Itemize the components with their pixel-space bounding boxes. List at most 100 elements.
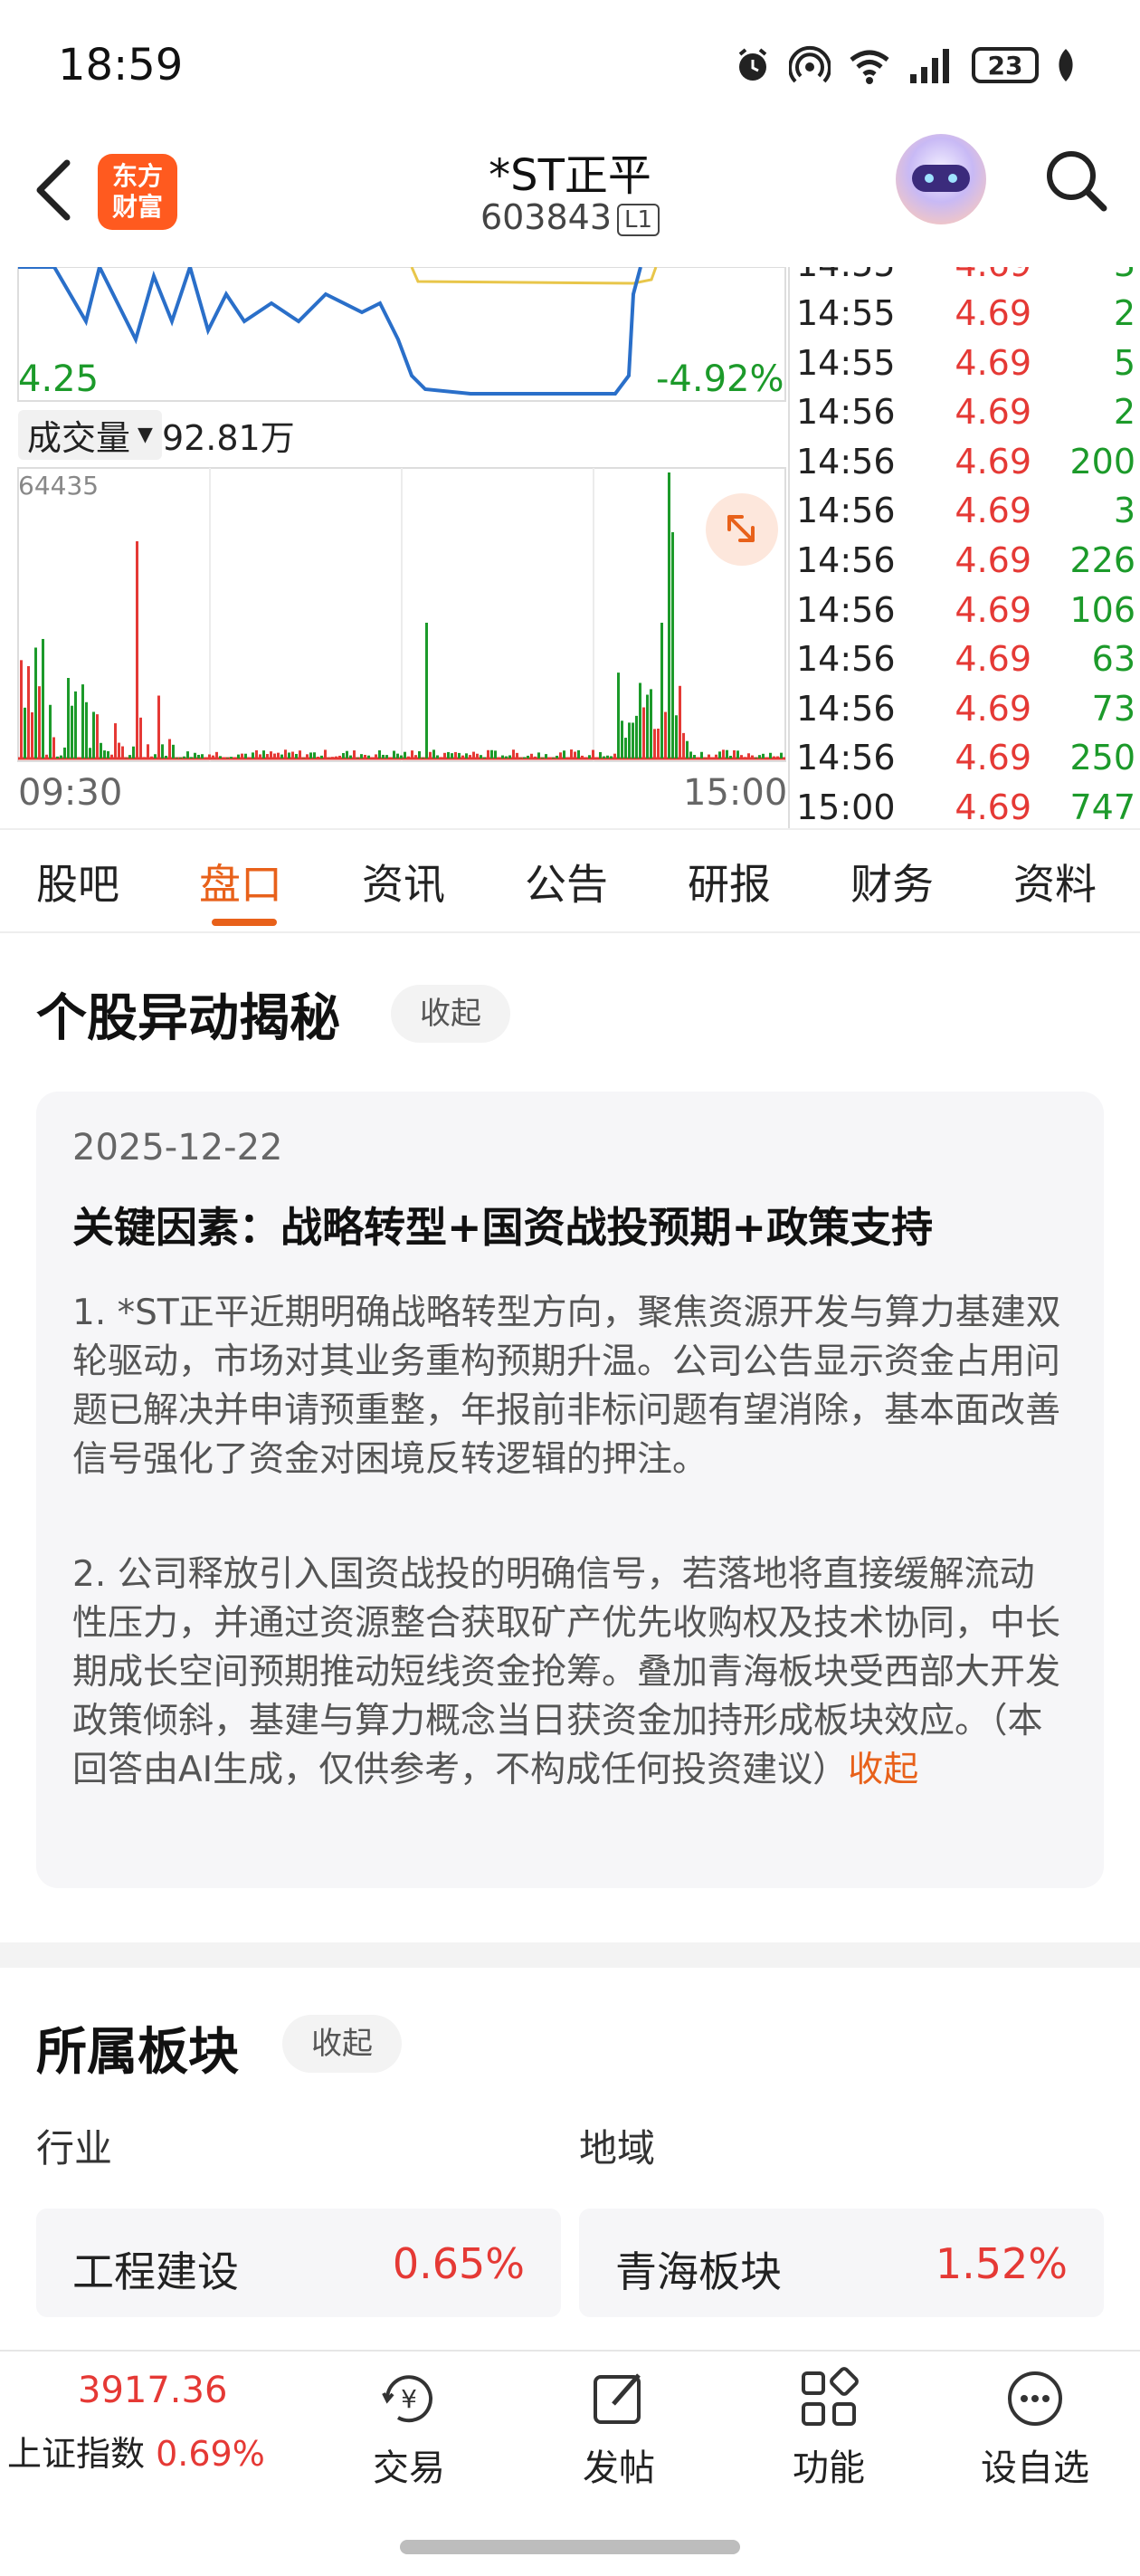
volume-bar (360, 754, 363, 758)
volume-bar (668, 472, 670, 758)
volume-bar (168, 739, 171, 758)
volume-bar (346, 751, 348, 758)
volume-bar (56, 757, 59, 758)
volume-bar (252, 752, 254, 758)
expand-icon[interactable] (706, 493, 778, 566)
tick-price: 4.69 (914, 733, 1031, 782)
active-tab-indicator (212, 919, 277, 926)
tab-guba[interactable]: 股吧 (36, 852, 119, 911)
nav-functions[interactable]: 功能 (756, 2366, 901, 2491)
tick-volume: 2 (1114, 289, 1135, 338)
volume-bar (255, 750, 258, 758)
tick-time: 14:55 (796, 289, 896, 338)
grid-apps-icon (796, 2366, 861, 2431)
tick-time: 14:56 (796, 387, 896, 436)
battery-level: 23 (988, 51, 1023, 81)
index-value[interactable]: 3917.36 (78, 2370, 227, 2411)
volume-bar (650, 689, 652, 758)
tab-announcements[interactable]: 公告 (525, 852, 608, 911)
volume-bar (472, 752, 475, 758)
volume-bar (715, 755, 717, 758)
ai-assistant-avatar[interactable] (896, 134, 986, 224)
status-icons: 23 (733, 45, 1077, 85)
volume-max-label: 64435 (18, 471, 99, 501)
nav-watchlist[interactable]: 设自选 (963, 2366, 1107, 2491)
volume-bar (143, 757, 146, 758)
volume-bar (653, 729, 656, 758)
volume-bar (632, 722, 634, 758)
volume-bar (320, 756, 323, 758)
trade-yen-icon: ¥ (376, 2366, 442, 2431)
volume-bar (34, 647, 37, 758)
volume-bar (309, 752, 312, 758)
volume-bar (103, 750, 106, 758)
tab-finance[interactable]: 财务 (850, 852, 934, 911)
tick-volume: 226 (1069, 536, 1135, 585)
tab-pankou[interactable]: 盘口 (199, 852, 282, 911)
volume-bar (313, 752, 316, 758)
tick-time: 14:56 (796, 586, 896, 634)
volume-bar (718, 751, 721, 758)
industry-sector-name: 工程建设 (72, 2239, 239, 2299)
region-sector-card[interactable]: 青海板块 1.52% (579, 2209, 1104, 2317)
tick-price: 4.69 (914, 684, 1031, 733)
volume-bar (776, 757, 779, 758)
volume-bar (280, 755, 283, 758)
nav-watchlist-label: 设自选 (963, 2438, 1107, 2491)
volume-bar (689, 751, 692, 758)
volume-bar (635, 716, 638, 758)
intraday-chart[interactable] (0, 267, 792, 828)
index-name: 上证指数 (7, 2434, 145, 2474)
volume-bar (769, 753, 772, 758)
tick-row: 14:564.693 (796, 486, 1135, 535)
volume-bar (425, 623, 428, 758)
tick-volume: 73 (1092, 684, 1135, 733)
volume-bar (617, 673, 620, 758)
time-axis-end: 15:00 (683, 772, 787, 814)
time-axis-start: 09:30 (18, 772, 122, 814)
volume-bar (219, 756, 222, 758)
search-icon[interactable] (1040, 145, 1113, 217)
nav-trade[interactable]: ¥ 交易 (337, 2366, 481, 2491)
volume-bar (183, 757, 185, 758)
tick-list[interactable]: 14:554.693 14:554.69214:554.69514:564.69… (796, 267, 1140, 828)
volume-bar (679, 686, 681, 758)
volume-bar (396, 754, 399, 758)
volume-bar (610, 756, 613, 758)
index-ticker[interactable]: 上证指数 0.69% (7, 2426, 265, 2476)
volume-indicator-select[interactable]: 成交量 ▼ (18, 410, 162, 460)
section-divider (0, 1942, 1140, 1968)
volume-bar (349, 756, 352, 758)
volume-bar (751, 756, 754, 758)
volume-bar (81, 684, 84, 758)
tick-price: 4.69 (914, 486, 1031, 535)
anomaly-inline-collapse-link[interactable]: 收起 (848, 1750, 918, 1790)
volume-bar (31, 712, 33, 758)
home-indicator[interactable] (400, 2540, 740, 2554)
volume-bar (74, 692, 77, 758)
volume-bar (299, 750, 301, 758)
volume-bar (89, 748, 91, 758)
tab-profile[interactable]: 资料 (1013, 852, 1097, 911)
volume-bar (324, 749, 327, 758)
industry-sector-change: 0.65% (393, 2239, 525, 2288)
volume-bar (52, 737, 55, 758)
volume-bar (291, 751, 294, 758)
tab-news[interactable]: 资讯 (362, 852, 445, 911)
anomaly-collapse-button[interactable]: 收起 (391, 985, 510, 1043)
volume-bar (490, 750, 493, 758)
industry-sector-card[interactable]: 工程建设 0.65% (36, 2209, 561, 2317)
price-low-label: 4.25 (18, 358, 99, 400)
sectors-collapse-button[interactable]: 收起 (282, 2015, 402, 2073)
volume-bar (664, 712, 667, 758)
volume-bar (215, 752, 218, 758)
volume-bar (96, 714, 99, 758)
sectors-section-title: 所属板块 (36, 2011, 239, 2085)
volume-bar (262, 750, 265, 758)
tab-research[interactable]: 研报 (688, 852, 771, 911)
volume-bar (563, 750, 565, 758)
tick-row: 14:564.6973 (796, 684, 1135, 733)
volume-bar (476, 754, 479, 758)
volume-bar (38, 686, 41, 758)
nav-post[interactable]: 发帖 (546, 2366, 691, 2491)
